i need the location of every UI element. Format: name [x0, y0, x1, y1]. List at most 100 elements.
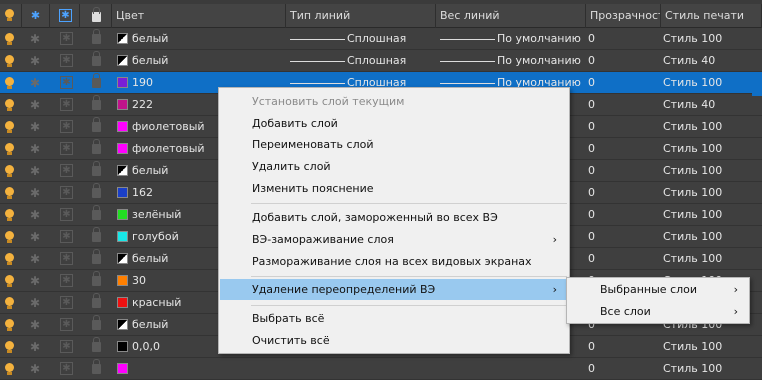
lock-icon[interactable]: [92, 51, 101, 66]
header-color[interactable]: Цвет: [112, 4, 286, 28]
color-swatch[interactable]: [117, 297, 128, 308]
plotstyle-cell[interactable]: Стиль 100: [663, 72, 722, 94]
submenu-all-layers[interactable]: Все слои ›: [568, 301, 750, 322]
sun-icon[interactable]: ✱: [30, 94, 40, 116]
menu-rename-layer[interactable]: Переименовать слой: [220, 134, 569, 155]
linetype-cell[interactable]: [290, 358, 435, 380]
color-name[interactable]: красный: [132, 292, 181, 314]
header-plotstyle[interactable]: Стиль печати: [661, 4, 762, 28]
lightbulb-icon[interactable]: [4, 297, 14, 309]
linetype-cell[interactable]: Сплошная: [290, 50, 435, 72]
lock-icon[interactable]: [92, 337, 101, 352]
plotstyle-cell[interactable]: Стиль 100: [663, 138, 722, 160]
lock-icon[interactable]: [92, 95, 101, 110]
sun-box-icon[interactable]: ✱: [60, 340, 73, 353]
color-swatch[interactable]: [117, 77, 128, 88]
plotstyle-cell[interactable]: Стиль 100: [663, 204, 722, 226]
color-name[interactable]: голубой: [132, 226, 179, 248]
color-name[interactable]: белый: [132, 314, 168, 336]
menu-edit-description[interactable]: Изменить пояснение: [220, 178, 569, 199]
lock-icon[interactable]: [92, 205, 101, 220]
plotstyle-cell[interactable]: Стиль 100: [663, 182, 722, 204]
transparency-cell[interactable]: 0: [588, 116, 595, 138]
lineweight-cell[interactable]: По умолчанию: [440, 50, 585, 72]
color-name[interactable]: 0,0,0: [132, 336, 160, 358]
lock-icon[interactable]: [92, 139, 101, 154]
transparency-cell[interactable]: 0: [588, 358, 595, 380]
transparency-cell[interactable]: 0: [588, 160, 595, 182]
menu-vp-freeze[interactable]: ВЭ-замораживание слоя ›: [220, 229, 569, 250]
color-swatch[interactable]: [117, 341, 128, 352]
menu-add-layer[interactable]: Добавить слой: [220, 113, 569, 134]
lock-icon[interactable]: [92, 315, 101, 330]
lineweight-cell[interactable]: [440, 358, 585, 380]
sun-icon[interactable]: ✱: [30, 270, 40, 292]
transparency-cell[interactable]: 0: [588, 28, 595, 50]
menu-select-all[interactable]: Выбрать всё: [220, 308, 569, 329]
plotstyle-cell[interactable]: Стиль 100: [663, 358, 722, 380]
lightbulb-icon[interactable]: [4, 121, 14, 133]
header-freeze-col[interactable]: ✱: [22, 4, 50, 28]
lock-icon[interactable]: [92, 161, 101, 176]
header-lock-col[interactable]: [80, 4, 112, 28]
color-name[interactable]: 162: [132, 182, 153, 204]
header-transparency[interactable]: Прозрачност: [586, 4, 661, 28]
color-swatch[interactable]: [117, 121, 128, 132]
color-name[interactable]: 190: [132, 72, 153, 94]
sun-icon[interactable]: ✱: [30, 116, 40, 138]
color-swatch[interactable]: [117, 231, 128, 242]
menu-clear-all[interactable]: Очистить всё: [220, 330, 569, 351]
color-swatch[interactable]: [117, 363, 128, 374]
layer-row[interactable]: ✱ ✱ 0 Стиль 100: [0, 358, 762, 380]
sun-icon[interactable]: ✱: [30, 28, 40, 50]
sun-box-icon[interactable]: ✱: [60, 186, 73, 199]
color-name[interactable]: фиолетовый: [132, 138, 205, 160]
color-name[interactable]: белый: [132, 248, 168, 270]
sun-icon[interactable]: ✱: [30, 314, 40, 336]
lightbulb-icon[interactable]: [4, 319, 14, 331]
color-name[interactable]: белый: [132, 50, 168, 72]
color-name[interactable]: белый: [132, 28, 168, 50]
color-name[interactable]: 30: [132, 270, 146, 292]
sun-icon[interactable]: ✱: [30, 182, 40, 204]
plotstyle-cell[interactable]: Стиль 100: [663, 226, 722, 248]
lightbulb-icon[interactable]: [4, 231, 14, 243]
sun-box-icon[interactable]: ✱: [60, 230, 73, 243]
color-swatch[interactable]: [117, 99, 128, 110]
sun-box-icon[interactable]: ✱: [60, 98, 73, 111]
sun-icon[interactable]: ✱: [30, 138, 40, 160]
linetype-cell[interactable]: Сплошная: [290, 28, 435, 50]
lightbulb-icon[interactable]: [4, 187, 14, 199]
color-name[interactable]: белый: [132, 160, 168, 182]
lightbulb-icon[interactable]: [4, 77, 14, 89]
layer-row[interactable]: ✱ ✱ белый Сплошная По умолчанию 0 Стиль 100: [0, 28, 762, 50]
sun-box-icon[interactable]: ✱: [60, 252, 73, 265]
color-swatch[interactable]: [117, 209, 128, 220]
transparency-cell[interactable]: 0: [588, 50, 595, 72]
menu-set-current[interactable]: Установить слой текущим: [220, 91, 569, 112]
lock-icon[interactable]: [92, 117, 101, 132]
sun-icon[interactable]: ✱: [30, 248, 40, 270]
menu-remove-vp-overrides[interactable]: Удаление переопределений ВЭ ›: [220, 279, 569, 300]
color-swatch[interactable]: [117, 165, 128, 176]
lineweight-cell[interactable]: По умолчанию: [440, 28, 585, 50]
plotstyle-cell[interactable]: Стиль 100: [663, 160, 722, 182]
color-swatch[interactable]: [117, 33, 128, 44]
lightbulb-icon[interactable]: [4, 341, 14, 353]
transparency-cell[interactable]: 0: [588, 138, 595, 160]
header-lineweight[interactable]: Вес линий: [436, 4, 586, 28]
transparency-cell[interactable]: 0: [588, 182, 595, 204]
sun-icon[interactable]: ✱: [30, 204, 40, 226]
plotstyle-cell[interactable]: Стиль 40: [663, 50, 715, 72]
sun-box-icon[interactable]: ✱: [60, 318, 73, 331]
plotstyle-cell[interactable]: Стиль 100: [663, 116, 722, 138]
sun-box-icon[interactable]: ✱: [60, 274, 73, 287]
sun-box-icon[interactable]: ✱: [60, 208, 73, 221]
lightbulb-icon[interactable]: [4, 55, 14, 67]
color-swatch[interactable]: [117, 143, 128, 154]
lock-icon[interactable]: [92, 271, 101, 286]
transparency-cell[interactable]: 0: [588, 94, 595, 116]
sun-icon[interactable]: ✱: [30, 336, 40, 358]
color-swatch[interactable]: [117, 187, 128, 198]
color-name[interactable]: 222: [132, 94, 153, 116]
